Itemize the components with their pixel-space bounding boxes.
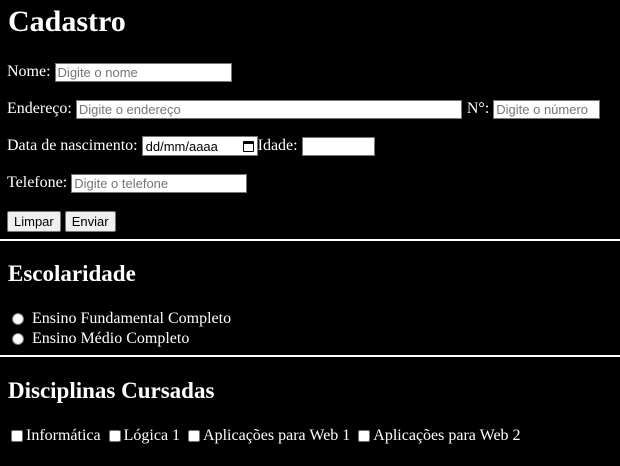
endereco-row: Endereço: N°: bbox=[7, 98, 601, 120]
numero-input[interactable] bbox=[493, 99, 601, 119]
escolaridade-options: Ensino Fundamental Completo Ensino Médio… bbox=[8, 309, 231, 349]
checkbox-label: Lógica 1 bbox=[123, 427, 181, 444]
telefone-label: Telefone: bbox=[7, 174, 68, 191]
numero-label: N°: bbox=[466, 100, 490, 117]
calendar-icon[interactable] bbox=[242, 140, 254, 152]
radio-button[interactable] bbox=[12, 313, 24, 325]
enviar-button[interactable]: Enviar bbox=[64, 210, 116, 232]
nome-row: Nome: bbox=[7, 61, 232, 83]
divider bbox=[0, 239, 620, 241]
telefone-input[interactable] bbox=[71, 173, 248, 193]
radio-option[interactable]: Ensino Fundamental Completo bbox=[8, 309, 231, 329]
page-title: Cadastro bbox=[8, 5, 126, 38]
escolaridade-heading: Escolaridade bbox=[8, 261, 136, 286]
nome-input[interactable] bbox=[54, 62, 232, 82]
nome-label: Nome: bbox=[7, 63, 51, 80]
nascimento-label: Data de nascimento: bbox=[7, 137, 138, 154]
form-buttons: Limpar Enviar bbox=[7, 210, 120, 232]
checkbox[interactable] bbox=[188, 430, 201, 442]
nascimento-row: Data de nascimento: dd/mm/aaaa Idade: bbox=[7, 135, 375, 157]
checkbox[interactable] bbox=[11, 430, 23, 442]
nascimento-date-value: dd/mm/aaaa bbox=[145, 138, 218, 154]
radio-option[interactable]: Ensino Médio Completo bbox=[8, 329, 231, 349]
telefone-row: Telefone: bbox=[7, 172, 248, 194]
disciplinas-heading: Disciplinas Cursadas bbox=[8, 378, 215, 403]
checkbox-label: Informática bbox=[26, 427, 101, 444]
idade-input[interactable] bbox=[301, 136, 375, 156]
checkbox[interactable] bbox=[358, 430, 371, 442]
radio-label: Ensino Fundamental Completo bbox=[32, 310, 232, 327]
divider bbox=[0, 355, 620, 357]
radio-button[interactable] bbox=[12, 333, 24, 345]
endereco-input[interactable] bbox=[75, 99, 462, 119]
radio-label: Ensino Médio Completo bbox=[32, 330, 190, 347]
disciplinas-options: Informática Lógica 1 Aplicações para Web… bbox=[7, 425, 521, 447]
checkbox-label: Aplicações para Web 1 bbox=[203, 427, 351, 444]
idade-label: Idade: bbox=[257, 137, 298, 154]
nascimento-date-input[interactable]: dd/mm/aaaa bbox=[141, 136, 258, 156]
checkbox-label: Aplicações para Web 2 bbox=[373, 427, 521, 444]
checkbox[interactable] bbox=[108, 430, 121, 442]
endereco-label: Endereço: bbox=[7, 100, 72, 117]
limpar-button[interactable]: Limpar bbox=[7, 210, 61, 232]
